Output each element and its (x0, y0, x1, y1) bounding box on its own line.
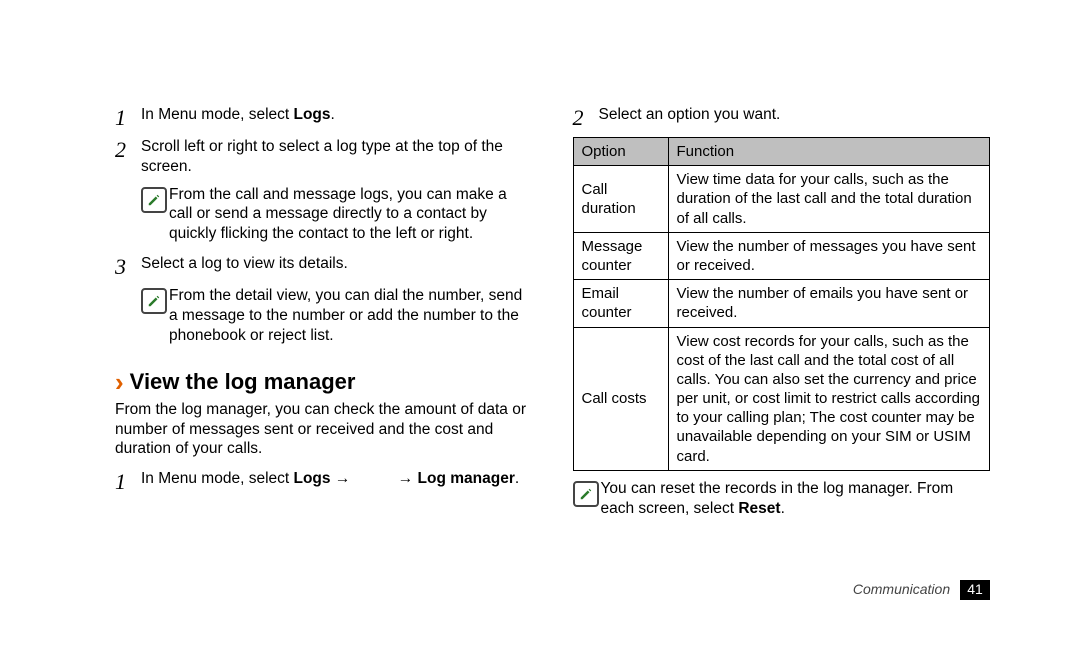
cell-function: View the number of messages you have sen… (668, 232, 990, 279)
note-icon (573, 481, 599, 507)
th-function: Function (668, 138, 990, 166)
bold: Logs (294, 470, 331, 487)
text: → (398, 470, 418, 487)
page: 1 In Menu mode, select Logs. 2 Scroll le… (0, 0, 1080, 650)
bold: Log manager (418, 470, 515, 487)
step-text: In Menu mode, select Logs → → Log manage… (141, 469, 533, 493)
step-number: 2 (573, 105, 599, 129)
section-heading: › View the log manager (115, 368, 533, 396)
section-intro: From the log manager, you can check the … (115, 400, 533, 459)
options-table: Option Function Call duration View time … (573, 137, 991, 471)
table-row: Call duration View time data for your ca… (573, 166, 990, 233)
note-text: From the call and message logs, you can … (169, 185, 533, 244)
page-footer: Communication 41 (853, 580, 990, 600)
table-row: Message counter View the number of messa… (573, 232, 990, 279)
step-text: Scroll left or right to select a log typ… (141, 137, 533, 177)
section-title: View the log manager (130, 368, 356, 396)
table-row: Email counter View the number of emails … (573, 280, 990, 327)
step-2-right: 2 Select an option you want. (573, 105, 991, 129)
cell-function: View time data for your calls, such as t… (668, 166, 990, 233)
cell-function: View cost records for your calls, such a… (668, 327, 990, 470)
step-text: In Menu mode, select Logs. (141, 105, 533, 129)
step-number: 2 (115, 137, 141, 177)
step-2: 2 Scroll left or right to select a log t… (115, 137, 533, 177)
note-icon (141, 288, 167, 314)
step-3: 3 Select a log to view its details. (115, 254, 533, 278)
th-option: Option (573, 138, 668, 166)
table-row: Call costs View cost records for your ca… (573, 327, 990, 470)
note-icon-wrap (573, 479, 601, 519)
note-block: You can reset the records in the log man… (573, 479, 991, 519)
cell-option: Call duration (573, 166, 668, 233)
table-header-row: Option Function (573, 138, 990, 166)
right-column: 2 Select an option you want. Option Func… (573, 105, 991, 650)
step-text: Select a log to view its details. (141, 254, 533, 278)
note-text: From the detail view, you can dial the n… (169, 286, 533, 345)
step-1: 1 In Menu mode, select Logs. (115, 105, 533, 129)
note-block: From the detail view, you can dial the n… (141, 286, 533, 345)
note-icon-wrap (141, 286, 169, 345)
note-text: You can reset the records in the log man… (601, 479, 991, 519)
text: . (781, 500, 785, 517)
step-text: Select an option you want. (599, 105, 991, 129)
note-block: From the call and message logs, you can … (141, 185, 533, 244)
step-number: 1 (115, 105, 141, 129)
cell-function: View the number of emails you have sent … (668, 280, 990, 327)
cell-option: Email counter (573, 280, 668, 327)
text: . (515, 470, 519, 487)
cell-option: Message counter (573, 232, 668, 279)
step-number: 1 (115, 469, 141, 493)
text: In Menu mode, select (141, 470, 294, 487)
note-icon-wrap (141, 185, 169, 244)
left-column: 1 In Menu mode, select Logs. 2 Scroll le… (115, 105, 533, 650)
footer-label: Communication (853, 581, 950, 597)
section-step-1: 1 In Menu mode, select Logs → → Log mana… (115, 469, 533, 493)
text: In Menu mode, select (141, 106, 294, 123)
cell-option: Call costs (573, 327, 668, 470)
gap (355, 470, 398, 487)
text: . (331, 106, 335, 123)
bold: Reset (738, 500, 780, 517)
step-number: 3 (115, 254, 141, 278)
note-icon (141, 187, 167, 213)
page-number: 41 (960, 580, 990, 600)
text: → (331, 470, 355, 487)
chevron-right-icon: › (115, 369, 124, 395)
bold: Logs (294, 106, 331, 123)
